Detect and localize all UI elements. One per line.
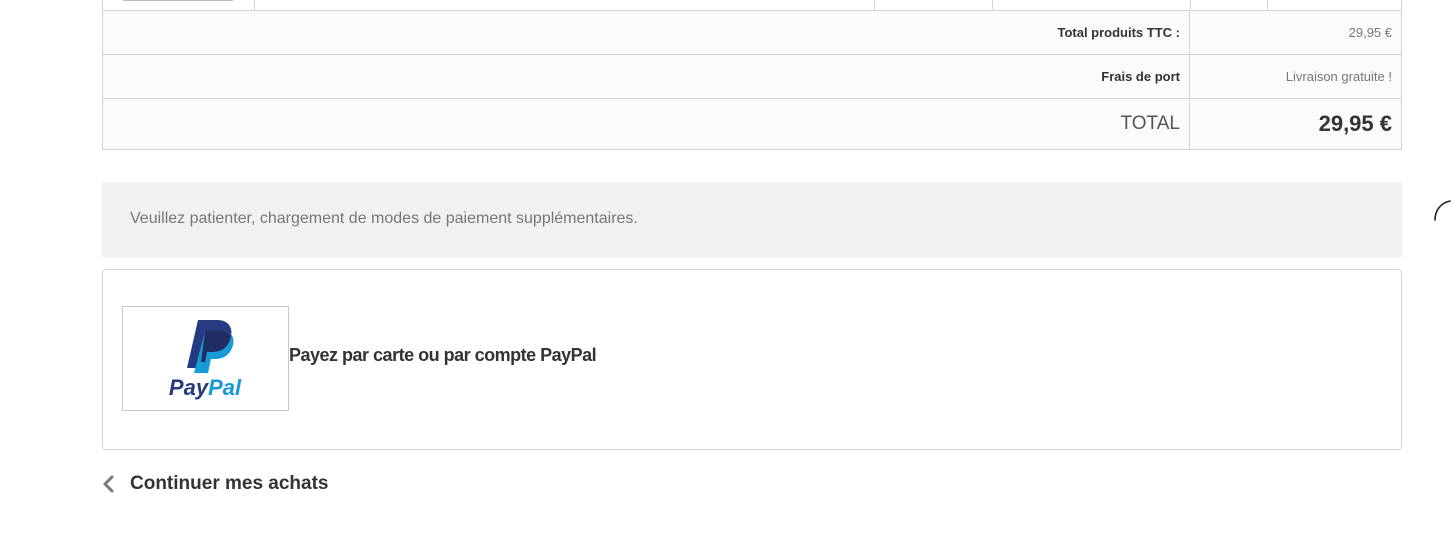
column-divider [254, 0, 255, 10]
loading-banner: Veuillez patienter, chargement de modes … [102, 182, 1451, 258]
paypal-logo[interactable]: PayPal [122, 306, 289, 411]
column-divider [1190, 0, 1191, 10]
payment-option-label[interactable]: Payez par carte ou par compte PayPal [289, 345, 597, 366]
cart-summary-table: Total produits TTC : 29,95 € Frais de po… [102, 0, 1402, 150]
chevron-left-icon [102, 474, 116, 494]
continue-shopping-link[interactable]: Continuer mes achats [102, 472, 329, 496]
summary-row-total: TOTAL 29,95 € [103, 99, 1401, 149]
loading-message: Veuillez patienter, chargement de modes … [130, 210, 638, 227]
total-value: 29,95 € [1318, 111, 1392, 136]
summary-label: Frais de port [103, 55, 1190, 98]
previous-product-row [103, 0, 1401, 11]
summary-value: Livraison gratuite ! [1285, 69, 1392, 84]
column-divider [1267, 0, 1268, 10]
summary-row-products: Total produits TTC : 29,95 € [103, 11, 1401, 55]
summary-row-shipping: Frais de port Livraison gratuite ! [103, 55, 1401, 99]
column-divider [992, 0, 993, 10]
payment-option-paypal[interactable]: PayPal Payez par carte ou par compte Pay… [102, 269, 1402, 450]
total-label: TOTAL [103, 99, 1190, 149]
continue-shopping-label[interactable]: Continuer mes achats [130, 473, 329, 495]
svg-text:PayPal: PayPal [169, 375, 242, 400]
column-divider [874, 0, 875, 10]
spinner-icon [1432, 199, 1454, 221]
summary-label: Total produits TTC : [103, 11, 1190, 54]
product-thumbnail-edge [123, 0, 233, 1]
summary-value: 29,95 € [1348, 25, 1392, 40]
